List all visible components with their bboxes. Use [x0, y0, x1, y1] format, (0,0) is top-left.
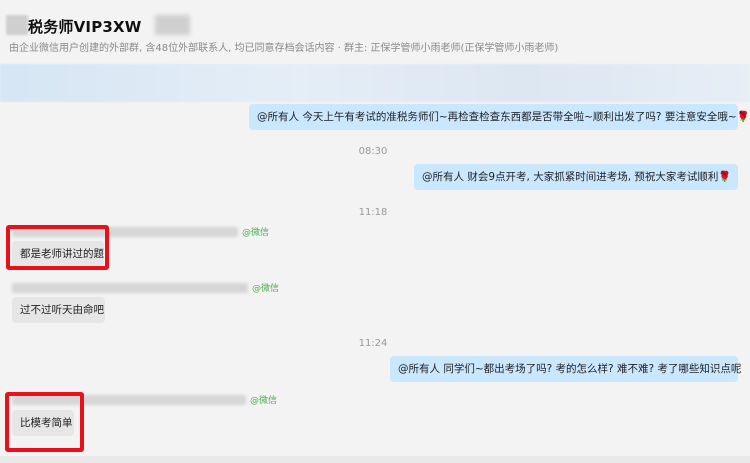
redacted-title-suffix	[155, 15, 190, 35]
message-bubble[interactable]: @所有人 同学们~都出考场了吗? 考的怎么样? 难不难? 考了哪些知识点呢	[390, 356, 742, 382]
timestamp: 11:24	[358, 338, 388, 349]
rose-icon: 🌹	[718, 171, 732, 183]
redacted-title-prefix	[6, 15, 28, 35]
message-bubble[interactable]: @所有人 财会9点开考, 大家抓紧时间进考场, 预祝大家考试顺利🌹	[414, 164, 738, 190]
message-text: @所有人 今天上午有考试的准税务师们~再检查检查东西都是否带全啦~顺利出发了吗?…	[257, 111, 737, 123]
input-area-edge	[0, 456, 750, 463]
group-subtitle: 由企业微信用户创建的外部群, 含48位外部联系人, 均已同意存档会话内容 · 群…	[9, 43, 559, 54]
group-title: 税务师VIP3XW	[28, 18, 142, 36]
message-text: @所有人 同学们~都出考场了吗? 考的怎么样? 难不难? 考了哪些知识点呢	[398, 363, 742, 375]
timestamp: 11:18	[358, 207, 388, 218]
wechat-tag: @微信	[250, 396, 278, 406]
blurred-notice-bar	[0, 64, 750, 102]
message-bubble[interactable]: 过不过听天由命吧	[12, 297, 105, 323]
wechat-tag: @微信	[242, 228, 270, 238]
timestamp: 08:30	[358, 146, 388, 157]
highlight-box	[6, 225, 109, 270]
highlight-box	[5, 392, 84, 452]
redacted-sender-name	[12, 283, 248, 293]
message-text: 过不过听天由命吧	[20, 304, 104, 316]
wechat-tag: @微信	[252, 284, 280, 294]
message-text: @所有人 财会9点开考, 大家抓紧时间进考场, 预祝大家考试顺利	[422, 171, 719, 183]
chat-header: 税务师VIP3XW 由企业微信用户创建的外部群, 含48位外部联系人, 均已同意…	[0, 0, 750, 58]
rose-icon: 🌹	[736, 111, 750, 123]
message-bubble[interactable]: @所有人 今天上午有考试的准税务师们~再检查检查东西都是否带全啦~顺利出发了吗?…	[249, 104, 750, 130]
sender-line: @微信	[12, 283, 279, 294]
